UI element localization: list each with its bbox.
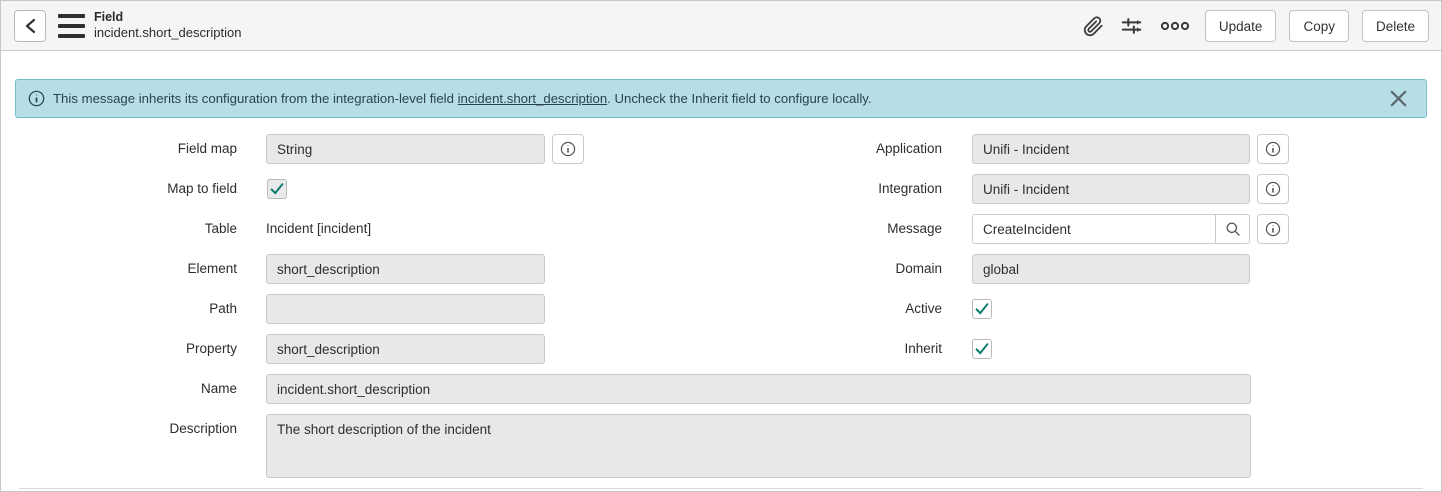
active-checkbox[interactable] <box>972 299 992 319</box>
path-input[interactable] <box>266 294 545 324</box>
name-label: Name <box>1 374 237 404</box>
search-icon <box>1225 221 1241 237</box>
property-label: Property <box>1 334 237 364</box>
element-label: Element <box>1 254 237 284</box>
path-label: Path <box>1 294 237 324</box>
info-icon <box>560 141 576 157</box>
map-to-field-checkbox[interactable] <box>267 179 287 199</box>
integration-label: Integration <box>706 174 942 204</box>
active-label: Active <box>706 294 942 324</box>
message-label: Message <box>706 214 942 244</box>
checkmark-icon <box>270 182 284 196</box>
property-input[interactable] <box>266 334 545 364</box>
domain-label: Domain <box>706 254 942 284</box>
field-map-input[interactable] <box>266 134 545 164</box>
section-divider <box>19 488 1423 489</box>
element-input[interactable] <box>266 254 545 284</box>
map-to-field-label: Map to field <box>1 174 237 204</box>
description-label: Description <box>1 414 237 444</box>
message-reference-field <box>972 214 1250 244</box>
application-label: Application <box>706 134 942 164</box>
info-icon <box>1265 141 1281 157</box>
info-icon <box>1265 181 1281 197</box>
application-input[interactable] <box>972 134 1250 164</box>
checkmark-icon <box>975 302 989 316</box>
field-form: Field map Application Map to field Integ… <box>1 1 1441 491</box>
name-input[interactable] <box>266 374 1251 404</box>
inherit-checkbox[interactable] <box>972 339 992 359</box>
message-info-button[interactable] <box>1257 214 1289 244</box>
application-info-button[interactable] <box>1257 134 1289 164</box>
message-lookup-button[interactable] <box>1215 215 1249 243</box>
table-value: Incident [incident] <box>266 214 371 244</box>
message-input[interactable] <box>973 215 1215 243</box>
field-record-page: Field incident.short_description Update … <box>0 0 1442 492</box>
inherit-label: Inherit <box>706 334 942 364</box>
integration-info-button[interactable] <box>1257 174 1289 204</box>
description-textarea[interactable]: The short description of the incident <box>266 414 1251 478</box>
domain-input[interactable] <box>972 254 1250 284</box>
integration-input[interactable] <box>972 174 1250 204</box>
checkmark-icon <box>975 342 989 356</box>
table-label: Table <box>1 214 237 244</box>
field-map-info-button[interactable] <box>552 134 584 164</box>
field-map-label: Field map <box>1 134 237 164</box>
info-icon <box>1265 221 1281 237</box>
